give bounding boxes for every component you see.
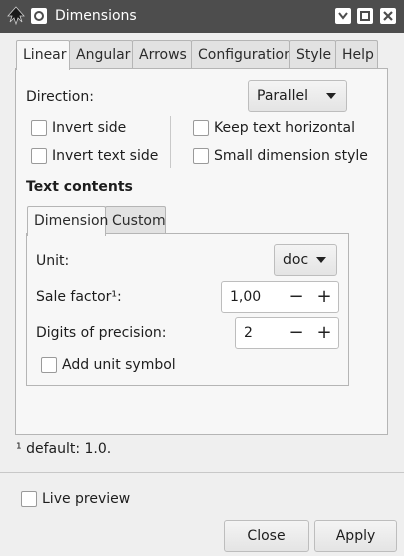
checkbox-box[interactable]	[193, 120, 209, 136]
minus-icon[interactable]: −	[282, 318, 310, 348]
scale-factor-label: Sale factor¹:	[36, 289, 122, 305]
invert-text-side-label: Invert text side	[52, 148, 159, 164]
checkbox-box[interactable]	[21, 491, 37, 507]
direction-dropdown[interactable]: Parallel	[248, 80, 347, 112]
checkbox-box[interactable]	[193, 148, 209, 164]
tab-style[interactable]: Style	[289, 40, 336, 69]
checkbox-box[interactable]	[41, 357, 57, 373]
tab-bar: Linear Angular Arrows Configuration Styl…	[16, 40, 378, 70]
checkbox-box[interactable]	[31, 120, 47, 136]
minimize-icon[interactable]	[335, 8, 351, 24]
text-contents-heading: Text contents	[26, 179, 133, 195]
title-bar: Dimensions	[0, 0, 404, 33]
keep-text-horizontal-label: Keep text horizontal	[214, 120, 355, 136]
digits-label: Digits of precision:	[36, 325, 167, 341]
tab-arrows[interactable]: Arrows	[132, 40, 192, 69]
footnote: ¹ default: 1.0.	[16, 441, 112, 457]
unit-label: Unit:	[36, 253, 70, 269]
minus-icon[interactable]: −	[282, 282, 310, 312]
checkbox-box[interactable]	[31, 148, 47, 164]
inkscape-logo-icon	[7, 6, 25, 26]
unit-value: doc	[283, 252, 309, 268]
close-button[interactable]: Close	[224, 520, 309, 552]
live-preview-label: Live preview	[42, 491, 131, 507]
keep-text-horizontal-checkbox[interactable]: Keep text horizontal	[193, 119, 355, 137]
small-dimension-style-label: Small dimension style	[214, 148, 368, 164]
digits-spinbox[interactable]: 2 − +	[235, 317, 339, 349]
tab-linear[interactable]: Linear	[16, 40, 70, 70]
window-title: Dimensions	[55, 8, 137, 24]
invert-text-side-checkbox[interactable]: Invert text side	[31, 147, 158, 165]
tab-configuration[interactable]: Configuration	[191, 40, 293, 69]
plus-icon[interactable]: +	[310, 318, 338, 348]
direction-label: Direction:	[26, 89, 94, 105]
add-unit-symbol-label: Add unit symbol	[62, 357, 176, 373]
unit-dropdown[interactable]: doc	[274, 244, 337, 276]
maximize-icon[interactable]	[357, 8, 373, 24]
add-unit-symbol-checkbox[interactable]: Add unit symbol	[41, 356, 176, 374]
small-dimension-style-checkbox[interactable]: Small dimension style	[193, 147, 368, 165]
tab-custom[interactable]: Custom	[105, 206, 166, 235]
tab-angular[interactable]: Angular	[69, 40, 133, 69]
window-menu-icon[interactable]	[31, 8, 47, 24]
separator	[0, 472, 404, 473]
scale-factor-value[interactable]: 1,00	[230, 289, 261, 305]
digits-value[interactable]: 2	[244, 325, 253, 341]
invert-side-checkbox[interactable]: Invert side	[31, 119, 126, 137]
scale-factor-spinbox[interactable]: 1,00 − +	[221, 281, 339, 313]
tab-dimension[interactable]: Dimension	[27, 206, 108, 236]
close-icon[interactable]	[380, 8, 396, 24]
apply-button[interactable]: Apply	[314, 520, 397, 552]
chevron-down-icon	[326, 93, 336, 99]
direction-value: Parallel	[257, 88, 309, 104]
plus-icon[interactable]: +	[310, 282, 338, 312]
inner-tab-bar: Dimension Custom	[27, 206, 166, 236]
live-preview-checkbox[interactable]: Live preview	[21, 490, 130, 508]
chevron-down-icon	[316, 257, 326, 263]
tab-help[interactable]: Help	[335, 40, 378, 69]
invert-side-label: Invert side	[52, 120, 127, 136]
column-divider	[170, 116, 171, 168]
